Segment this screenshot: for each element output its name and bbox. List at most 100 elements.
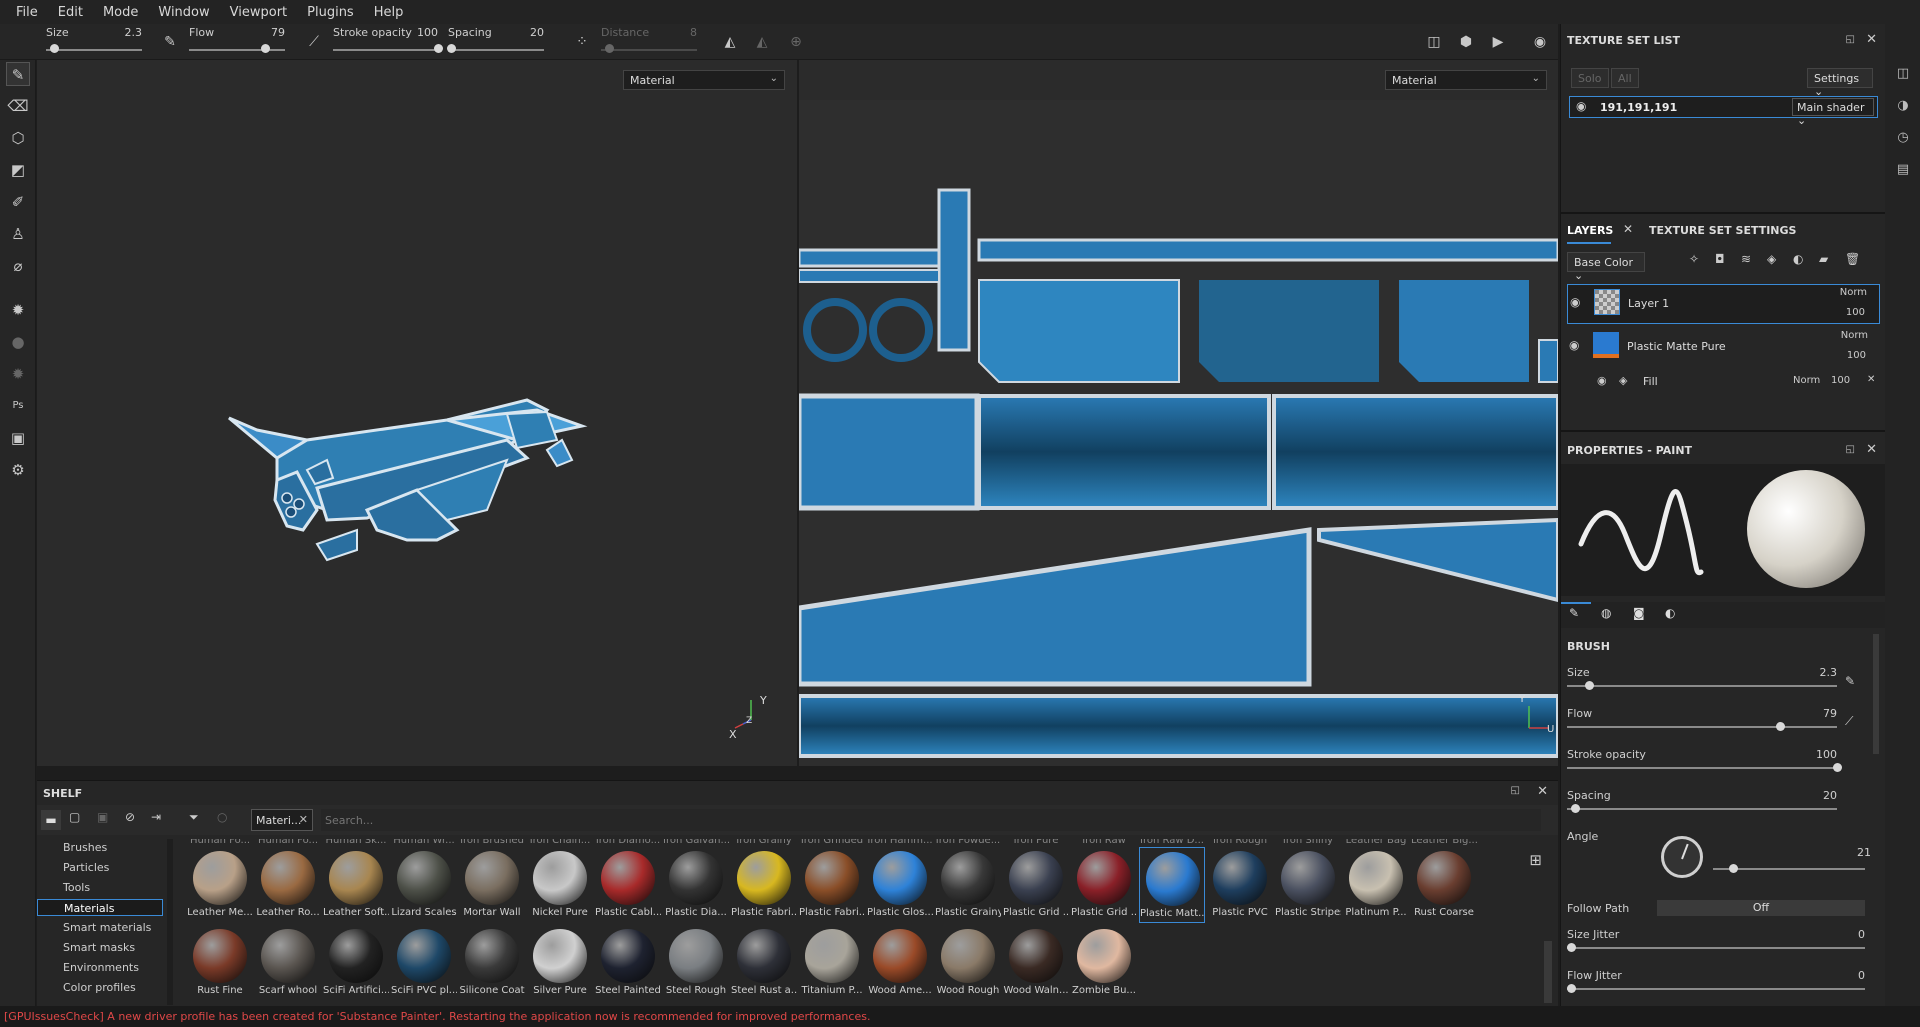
material-swatch[interactable]: Zombie Bu... [1071,925,1137,1001]
category-brushes[interactable]: Brushes [37,839,163,856]
channel-dropdown[interactable]: Base Color ⌄ [1567,252,1645,282]
material-swatch[interactable]: Scarf whool [255,925,321,1001]
category-color-profiles[interactable]: Color profiles [37,979,163,996]
fill-effect-row[interactable]: ◉ ◈ Fill Norm 100 ✕ [1567,372,1880,392]
viewport-2d[interactable]: Material ⌄ Y U [799,60,1558,766]
size-jitter-knob[interactable] [1567,943,1576,952]
material-swatch[interactable]: Plastic Fabri... [731,847,797,923]
viewport-3d[interactable]: Material ⌄ Y Z X [37,60,797,766]
material-swatch[interactable]: Plastic Glos... [867,847,933,923]
save-icon[interactable]: ▣ [97,810,108,824]
shelf-search-input[interactable] [321,809,1541,831]
distance-knob[interactable] [604,44,614,53]
flow-knob[interactable] [260,44,270,53]
material-swatch[interactable]: Silicone Coat [459,925,525,1001]
new-resource-icon[interactable]: ▢ [69,810,80,824]
add-layer-icon[interactable]: ≋ [1741,252,1751,266]
menu-mode[interactable]: Mode [93,5,148,20]
viewport-2d-channel-dropdown[interactable]: Material ⌄ [1385,70,1547,90]
add-fill-layer-icon[interactable]: ◈ [1767,252,1776,266]
paint-brush-icon[interactable]: ✎ [6,62,30,86]
material-swatch[interactable]: Leather Me... [187,847,253,923]
all-button[interactable]: All [1611,68,1639,88]
toolbar-spacing-slider[interactable]: Spacing 20 [446,24,544,60]
add-effect-icon[interactable]: ✧ [1689,252,1699,266]
material-swatch[interactable]: Leather Ro... [255,847,321,923]
filter-icon[interactable]: ⏷ [189,810,199,825]
settings-dropdown[interactable]: Settings ⌄ [1807,68,1873,98]
material-swatch[interactable]: Mortar Wall [459,847,525,923]
material-swatch[interactable]: Plastic PVC [1207,847,1273,923]
menu-help[interactable]: Help [364,5,414,20]
alpha-tab-icon[interactable]: ◍ [1601,606,1611,620]
viewport-3d-channel-dropdown[interactable]: Material ⌄ [623,70,785,90]
close-icon[interactable]: ✕ [1866,442,1877,457]
material-swatch[interactable]: Silver Pure [527,925,593,1001]
remove-tag-icon[interactable]: ✕ [299,813,308,826]
uv-texture-canvas[interactable] [799,100,1558,766]
fill-opacity[interactable]: 100 [1831,375,1850,386]
material-swatch[interactable]: Steel Rust a... [731,925,797,1001]
display-settings-icon[interactable]: ◑ [1893,96,1913,116]
menu-file[interactable]: File [6,5,48,20]
photoshop-export-icon[interactable]: Ps [6,394,30,418]
flow-pressure-icon[interactable]: ⟋ [304,32,324,52]
prop-flow-knob[interactable] [1776,722,1786,731]
folder-icon[interactable]: ▬ [41,810,61,830]
category-particles[interactable]: Particles [37,859,163,876]
follow-path-toggle[interactable]: Off [1657,900,1865,916]
video-camera-icon[interactable]: ▶ [1488,32,1508,52]
flow-jitter-knob[interactable] [1567,984,1576,993]
layer-row-layer-1[interactable]: ◉ Layer 1 Norm 100 [1567,284,1880,324]
bake-icon[interactable]: ✹ [6,298,30,322]
flow-pressure-icon[interactable]: ⟋ [1845,714,1853,729]
material-swatch[interactable]: Lizard Scales [391,847,457,923]
import-icon[interactable]: ⇥ [151,810,161,824]
visibility-eye-icon[interactable]: ◉ [1576,99,1586,113]
material-swatch[interactable]: Plastic Fabri... [799,847,865,923]
menu-plugins[interactable]: Plugins [297,5,364,20]
category-smart-materials[interactable]: Smart materials [37,919,163,936]
pen-pressure-icon[interactable]: ✎ [1845,674,1855,688]
toolbar-stroke-opacity-slider[interactable]: Stroke opacity 100 [333,24,443,60]
symmetry-icon[interactable]: ◭ [720,32,740,52]
menu-viewport[interactable]: Viewport [220,5,298,20]
spaceship-model[interactable] [217,340,697,640]
log-icon[interactable]: ▤ [1893,160,1913,180]
layer-opacity[interactable]: 100 [1847,350,1866,361]
material-swatch[interactable]: Plastic Grainy [935,847,1001,923]
material-swatch[interactable]: Plastic Cabl... [595,847,661,923]
tab-texture-set-settings[interactable]: TEXTURE SET SETTINGS [1649,224,1796,237]
material-swatch[interactable]: Plastic Stripes [1275,847,1341,923]
dock-icon[interactable]: ◱ [1846,34,1855,45]
material-swatch[interactable]: Steel Painted [595,925,661,1001]
material-swatch[interactable]: Steel Rough [663,925,729,1001]
material-swatch[interactable]: Plastic Matt... [1139,847,1205,923]
menu-edit[interactable]: Edit [48,5,93,20]
close-tab-icon[interactable]: ✕ [1623,222,1633,236]
stencil-tab-icon[interactable]: ◙ [1633,606,1645,620]
category-tools[interactable]: Tools [37,879,163,896]
category-environments[interactable]: Environments [37,959,163,976]
material-swatch[interactable]: Wood Ame... [867,925,933,1001]
prop-stroke-opacity-knob[interactable] [1833,763,1842,772]
material-swatch[interactable]: Rust Fine [187,925,253,1001]
projection-icon[interactable]: ⬡ [6,126,30,150]
export-icon[interactable]: ▣ [6,426,30,450]
material-swatch[interactable]: Leather Soft... [323,847,389,923]
material-swatch[interactable]: Plastic Dia... [663,847,729,923]
prop-flow-slider[interactable]: Flow 79 [1567,707,1837,741]
delete-layer-icon[interactable]: 🗑 [1845,252,1860,266]
layer-row-plastic-matte[interactable]: ◉ Plastic Matte Pure Norm 100 [1567,328,1880,368]
texture-set-row[interactable]: ◉ 191,191,191 Main shader ⌄ [1569,96,1878,127]
prop-stroke-opacity-slider[interactable]: Stroke opacity 100 [1567,748,1842,782]
smudge-icon[interactable]: ✐ [6,190,30,214]
display-mode-icon[interactable]: ◫ [1424,32,1444,52]
visibility-eye-icon[interactable]: ◉ [1570,295,1580,309]
clone-stamp-icon[interactable]: ♙ [6,222,30,246]
flow-jitter-slider[interactable]: Flow Jitter 0 [1567,969,1865,1003]
spacing-knob[interactable] [446,44,456,53]
dock-icon[interactable]: ◱ [1846,444,1855,455]
add-folder-icon[interactable]: ▰ [1819,252,1828,266]
eraser-icon[interactable]: ⌫ [6,94,30,118]
